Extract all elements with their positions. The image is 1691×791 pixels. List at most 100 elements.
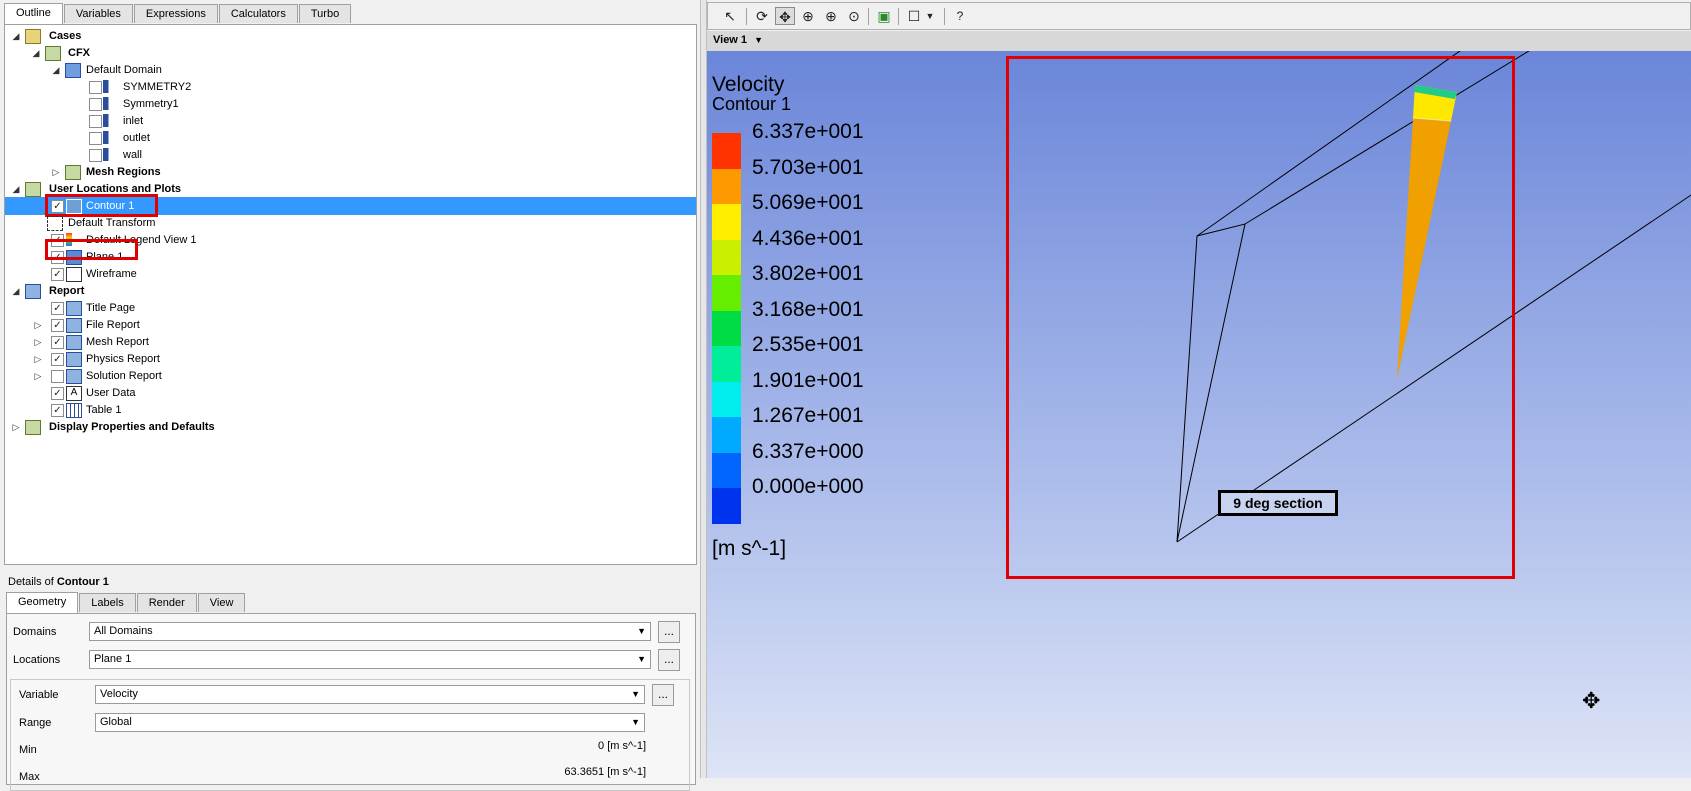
- zoom-box-icon[interactable]: ⊕: [821, 7, 841, 25]
- visibility-checkbox[interactable]: [89, 149, 102, 162]
- tree-label: Table 1: [86, 404, 122, 416]
- outline-tab-bar: Outline Variables Expressions Calculator…: [4, 3, 352, 24]
- fit-view-icon[interactable]: ▣: [874, 7, 894, 25]
- visibility-checkbox[interactable]: [89, 98, 102, 111]
- expand-arrow-icon[interactable]: ▷: [11, 418, 21, 436]
- tree-row-report-item[interactable]: ✓ A User Data: [5, 384, 696, 402]
- expand-arrow-icon[interactable]: ▷: [33, 316, 43, 334]
- cases-folder-icon: [25, 29, 41, 44]
- chevron-down-icon: ▼: [631, 717, 640, 727]
- tree-label: Symmetry1: [123, 98, 179, 110]
- visibility-checkbox[interactable]: ✓: [51, 387, 64, 400]
- tab-view[interactable]: View: [197, 593, 246, 612]
- tree-row-report-item[interactable]: ✓ Title Page: [5, 299, 696, 317]
- panel-splitter[interactable]: [700, 0, 707, 778]
- rotate-icon[interactable]: ⟳: [752, 7, 772, 25]
- visibility-checkbox[interactable]: [89, 132, 102, 145]
- expand-arrow-icon[interactable]: ▷: [33, 350, 43, 368]
- pan-icon[interactable]: ✥: [775, 7, 795, 25]
- expand-arrow-icon[interactable]: ▷: [51, 163, 61, 181]
- tree-row-report-item[interactable]: ▷ ✓ Physics Report: [5, 350, 696, 368]
- domains-browse-button[interactable]: ...: [658, 621, 680, 643]
- domains-select[interactable]: All Domains ▼: [89, 622, 651, 641]
- tab-variables[interactable]: Variables: [63, 4, 133, 23]
- visibility-checkbox[interactable]: ✓: [51, 319, 64, 332]
- boundary-icon: [103, 80, 117, 93]
- tree-row-boundary[interactable]: outlet: [5, 129, 696, 147]
- view-selector[interactable]: View 1 ▼: [713, 34, 763, 46]
- tree-row-mesh-regions[interactable]: ▷ Mesh Regions: [5, 163, 696, 181]
- tree-row-report-item[interactable]: ✓ Table 1: [5, 401, 696, 419]
- tab-calculators[interactable]: Calculators: [218, 4, 298, 23]
- visibility-checkbox[interactable]: ✓: [51, 336, 64, 349]
- boundary-icon: [103, 114, 117, 127]
- tab-render[interactable]: Render: [136, 593, 197, 612]
- tab-outline[interactable]: Outline: [4, 3, 63, 24]
- tree-row-cases[interactable]: ◢ Cases: [5, 27, 696, 45]
- tree-row-cfx[interactable]: ◢ CFX: [5, 44, 696, 62]
- tree-row-report[interactable]: ◢ Report: [5, 282, 696, 300]
- details-object-name: Contour 1: [56, 576, 109, 588]
- tree-row-default-transform[interactable]: Default Transform: [5, 214, 696, 232]
- tab-labels[interactable]: Labels: [79, 593, 136, 612]
- outline-tree: ◢ Cases ◢ CFX ◢ Default Domain SYMMETRY2…: [4, 24, 697, 565]
- visibility-checkbox[interactable]: [89, 115, 102, 128]
- tree-row-report-item[interactable]: ▷ Solution Report: [5, 367, 696, 385]
- report-page-icon: [66, 318, 82, 333]
- visibility-checkbox[interactable]: ✓: [51, 268, 64, 281]
- collapse-arrow-icon[interactable]: ◢: [31, 44, 41, 62]
- tree-row-report-item[interactable]: ▷ ✓ Mesh Report: [5, 333, 696, 351]
- zoom-fit-icon[interactable]: ⊙: [844, 7, 864, 25]
- tree-label: Default Transform: [68, 217, 156, 229]
- tree-row-wireframe[interactable]: ✓ Wireframe: [5, 265, 696, 283]
- range-label: Range: [19, 717, 52, 729]
- tab-expressions[interactable]: Expressions: [133, 4, 218, 23]
- tree-label: Cases: [49, 30, 82, 42]
- text-a-icon: A: [66, 386, 82, 401]
- view-name: View 1: [713, 34, 748, 46]
- collapse-arrow-icon[interactable]: ◢: [11, 180, 21, 198]
- tree-row-report-item[interactable]: ▷ ✓ File Report: [5, 316, 696, 334]
- visibility-checkbox[interactable]: [51, 370, 64, 383]
- locations-select[interactable]: Plane 1 ▼: [89, 650, 651, 669]
- select-pointer-icon[interactable]: ↖: [720, 7, 740, 25]
- tree-label: Mesh Regions: [86, 166, 161, 178]
- visibility-checkbox[interactable]: [89, 81, 102, 94]
- visibility-checkbox[interactable]: ✓: [51, 353, 64, 366]
- collapse-arrow-icon[interactable]: ◢: [11, 27, 21, 45]
- table-icon: [66, 403, 82, 418]
- tab-geometry[interactable]: Geometry: [6, 592, 79, 613]
- tree-row-boundary[interactable]: Symmetry1: [5, 95, 696, 113]
- tree-label: inlet: [123, 115, 144, 127]
- tab-turbo[interactable]: Turbo: [298, 4, 352, 23]
- visibility-checkbox[interactable]: ✓: [51, 302, 64, 315]
- variable-browse-button[interactable]: ...: [652, 684, 674, 706]
- tree-label: Report: [49, 285, 85, 297]
- locations-browse-button[interactable]: ...: [658, 649, 680, 671]
- tree-label: Solution Report: [86, 370, 162, 382]
- range-select[interactable]: Global ▼: [95, 713, 645, 732]
- tree-row-default-domain[interactable]: ◢ Default Domain: [5, 61, 696, 79]
- 3d-viewport[interactable]: Velocity Contour 1 6.337e+001 5.703e+001 5…: [707, 51, 1691, 778]
- expand-arrow-icon[interactable]: ▷: [33, 367, 43, 385]
- help-icon[interactable]: ?: [950, 7, 970, 25]
- user-locations-icon: [25, 182, 41, 197]
- expand-arrow-icon[interactable]: ▷: [33, 333, 43, 351]
- collapse-arrow-icon[interactable]: ◢: [11, 282, 21, 300]
- locations-value: Plane 1: [94, 653, 132, 665]
- tree-row-boundary[interactable]: wall: [5, 146, 696, 164]
- tree-row-boundary[interactable]: inlet: [5, 112, 696, 130]
- max-label: Max: [19, 771, 40, 783]
- zoom-icon[interactable]: ⊕: [798, 7, 818, 25]
- tree-label: Wireframe: [86, 268, 137, 280]
- chevron-down-icon: ▼: [637, 654, 646, 664]
- details-tab-bar: Geometry Labels Render View: [6, 592, 246, 613]
- tree-row-boundary[interactable]: SYMMETRY2: [5, 78, 696, 96]
- variable-select[interactable]: Velocity ▼: [95, 685, 645, 704]
- tree-row-display-properties[interactable]: ▷ Display Properties and Defaults: [5, 418, 696, 436]
- chevron-down-icon[interactable]: ▼: [920, 7, 940, 25]
- mesh-regions-icon: [65, 165, 81, 180]
- visibility-checkbox[interactable]: ✓: [51, 404, 64, 417]
- collapse-arrow-icon[interactable]: ◢: [51, 61, 61, 79]
- toolbar-separator: [868, 8, 869, 25]
